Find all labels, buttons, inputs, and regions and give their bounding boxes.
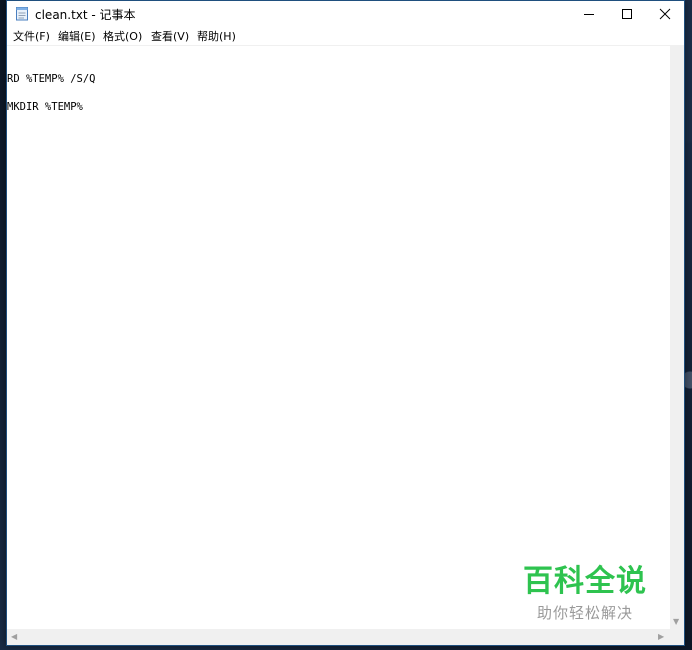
size-grip[interactable] xyxy=(670,629,684,645)
notepad-icon xyxy=(16,7,28,21)
menu-bar: 文件(F) 编辑(E) 格式(O) 查看(V) 帮助(H) xyxy=(7,27,684,45)
watermark: 百科全说 助你轻松解决 xyxy=(515,556,655,623)
close-icon xyxy=(659,8,671,20)
watermark-sub-text: 助你轻松解决 xyxy=(536,604,633,622)
scroll-down-icon[interactable]: ▼ xyxy=(673,618,679,626)
maximize-icon xyxy=(622,9,632,19)
menu-view[interactable]: 查看(V) xyxy=(151,28,189,44)
menu-help[interactable]: 帮助(H) xyxy=(197,28,236,44)
menu-file[interactable]: 文件(F) xyxy=(13,28,50,44)
window-title: clean.txt - 记事本 xyxy=(35,8,136,22)
watermark-main-text: 百科全说 xyxy=(523,564,647,599)
vertical-scroll-thumb[interactable] xyxy=(673,51,681,606)
editor-line-1: RD %TEMP% /S/Q xyxy=(7,73,96,85)
scroll-left-icon[interactable]: ◀ xyxy=(11,633,17,641)
menu-format[interactable]: 格式(O) xyxy=(103,28,142,44)
text-editor[interactable]: RD %TEMP% /S/Q MKDIR %TEMP% xyxy=(7,45,670,629)
menu-edit[interactable]: 编辑(E) xyxy=(58,28,96,44)
title-bar[interactable]: clean.txt - 记事本 xyxy=(7,1,684,27)
editor-line-2: MKDIR %TEMP% xyxy=(7,101,83,113)
maximize-button[interactable] xyxy=(607,1,647,27)
minimize-icon xyxy=(584,14,594,15)
scroll-right-icon[interactable]: ▶ xyxy=(658,633,664,641)
close-button[interactable] xyxy=(645,1,685,27)
vertical-scrollbar[interactable]: ▼ xyxy=(670,45,684,629)
minimize-button[interactable] xyxy=(569,1,609,27)
horizontal-scrollbar[interactable]: ◀ ▶ xyxy=(7,629,670,645)
notepad-window: clean.txt - 记事本 文件(F) 编辑(E) 格式(O) 查看(V) … xyxy=(6,0,685,646)
